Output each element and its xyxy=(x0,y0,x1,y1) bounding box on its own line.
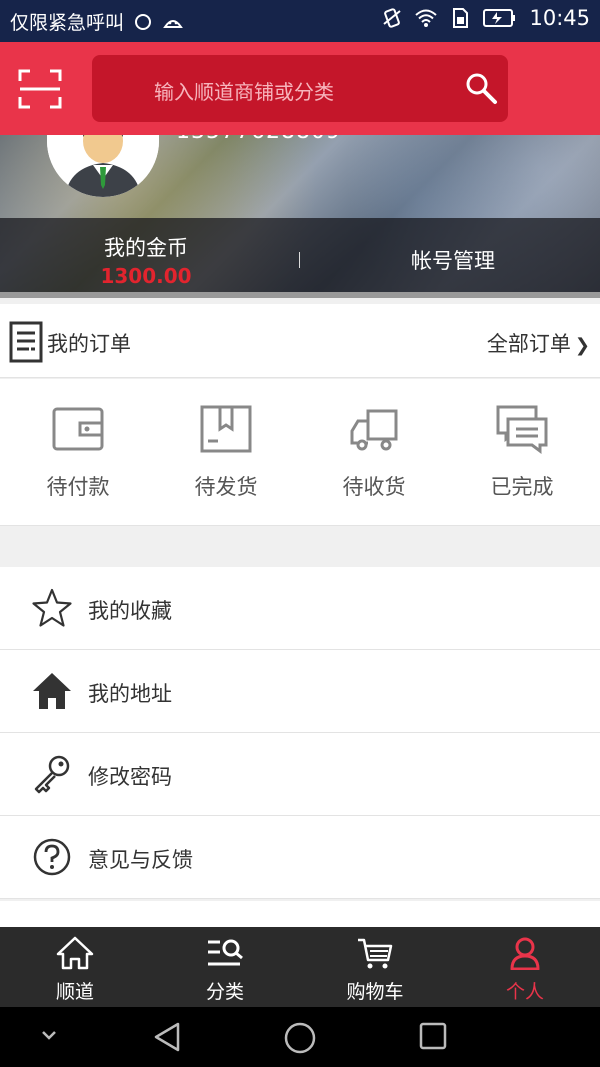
chat-done-icon xyxy=(496,405,548,454)
android-debug-icon xyxy=(163,19,183,28)
help-icon xyxy=(33,838,71,876)
tab-category[interactable]: 分类 xyxy=(150,927,300,1007)
tab-personal[interactable]: 个人 xyxy=(450,927,600,1007)
orders-title: 我的订单 xyxy=(47,332,131,356)
truck-icon xyxy=(350,409,398,451)
star-icon xyxy=(32,588,72,627)
tab-label: 个人 xyxy=(505,981,544,1003)
tab-label: 分类 xyxy=(205,981,244,1003)
status-pending-payment[interactable]: 待付款 xyxy=(0,379,150,526)
order-status-row: 待付款 待发货 待收货 已完成 xyxy=(0,379,600,526)
chevron-right-icon: ❯ xyxy=(574,335,590,356)
menu-item-feedback[interactable]: 意见与反馈 xyxy=(0,816,600,899)
menu-item-address[interactable]: 我的地址 xyxy=(0,650,600,733)
coins-label: 我的金币 xyxy=(104,236,188,260)
settings-menu: 我的收藏 我的地址 修改密码 意见与反馈 xyxy=(0,567,600,899)
package-icon xyxy=(200,405,252,453)
battery-charging-icon xyxy=(483,9,516,27)
home-outline-icon xyxy=(56,936,94,970)
account-management-button[interactable]: 帐号管理 xyxy=(300,218,600,292)
recents-icon[interactable] xyxy=(418,1021,448,1051)
search-placeholder: 输入顺道商铺或分类 xyxy=(154,80,334,104)
clock-text: 10:45 xyxy=(529,6,590,30)
menu-item-label: 修改密码 xyxy=(88,765,172,789)
account-management-label: 帐号管理 xyxy=(411,249,495,273)
phone-number: 13577628809 xyxy=(176,135,341,144)
carrier-text: 仅限紧急呼叫 xyxy=(10,12,125,34)
status-pending-receipt[interactable]: 待收货 xyxy=(296,379,446,526)
cart-icon xyxy=(358,938,393,969)
wallet-icon xyxy=(52,407,104,451)
back-icon[interactable] xyxy=(152,1021,182,1053)
orders-header[interactable]: 我的订单 全部订单 ❯ xyxy=(0,304,600,378)
status-label: 待收货 xyxy=(342,475,406,499)
status-label: 已完成 xyxy=(490,475,554,499)
wifi-icon xyxy=(415,9,438,27)
all-orders-label: 全部订单 xyxy=(486,332,571,356)
status-completed[interactable]: 已完成 xyxy=(444,379,594,526)
person-icon xyxy=(510,937,540,970)
menu-continuation xyxy=(0,901,600,927)
menu-item-label: 我的地址 xyxy=(88,682,172,706)
menu-item-label: 我的收藏 xyxy=(88,599,172,623)
home-circle-icon[interactable] xyxy=(283,1021,317,1055)
system-nav-bar xyxy=(0,1007,600,1067)
search-icon[interactable] xyxy=(464,71,498,105)
order-list-icon xyxy=(9,321,43,363)
tab-shundao[interactable]: 顺道 xyxy=(0,927,150,1007)
profile-banner: 13577628809 我的金币 1300.00 帐号管理 xyxy=(0,135,600,298)
search-input[interactable]: 输入顺道商铺或分类 xyxy=(92,55,508,122)
my-coins-button[interactable]: 我的金币 1300.00 xyxy=(0,218,298,292)
chevron-down-icon[interactable] xyxy=(40,1029,58,1041)
category-search-icon xyxy=(208,939,243,966)
menu-item-favorites[interactable]: 我的收藏 xyxy=(0,567,600,650)
coins-value: 1300.00 xyxy=(100,264,192,288)
banner-bottom-divider xyxy=(0,292,600,298)
app-header: 输入顺道商铺或分类 xyxy=(0,42,600,135)
status-label: 待付款 xyxy=(46,475,110,499)
menu-item-label: 意见与反馈 xyxy=(88,848,193,872)
scan-icon[interactable] xyxy=(18,69,62,109)
sim-icon xyxy=(453,8,469,28)
status-pending-shipment[interactable]: 待发货 xyxy=(148,379,298,526)
all-orders-link[interactable]: 全部订单 ❯ xyxy=(487,328,590,358)
key-icon xyxy=(34,755,70,794)
vibrate-icon xyxy=(383,8,402,28)
tab-label: 顺道 xyxy=(55,981,94,1003)
status-label: 待发货 xyxy=(194,475,258,499)
tab-label: 购物车 xyxy=(346,981,404,1003)
bottom-tab-bar: 顺道 分类 购物车 个人 xyxy=(0,927,600,1007)
menu-item-change-password[interactable]: 修改密码 xyxy=(0,733,600,816)
tab-cart[interactable]: 购物车 xyxy=(300,927,450,1007)
status-bar: 仅限紧急呼叫 10:45 xyxy=(0,0,600,42)
profile-stats-bar: 我的金币 1300.00 帐号管理 xyxy=(0,218,600,292)
home-icon xyxy=(33,673,71,709)
sync-icon xyxy=(135,13,152,30)
